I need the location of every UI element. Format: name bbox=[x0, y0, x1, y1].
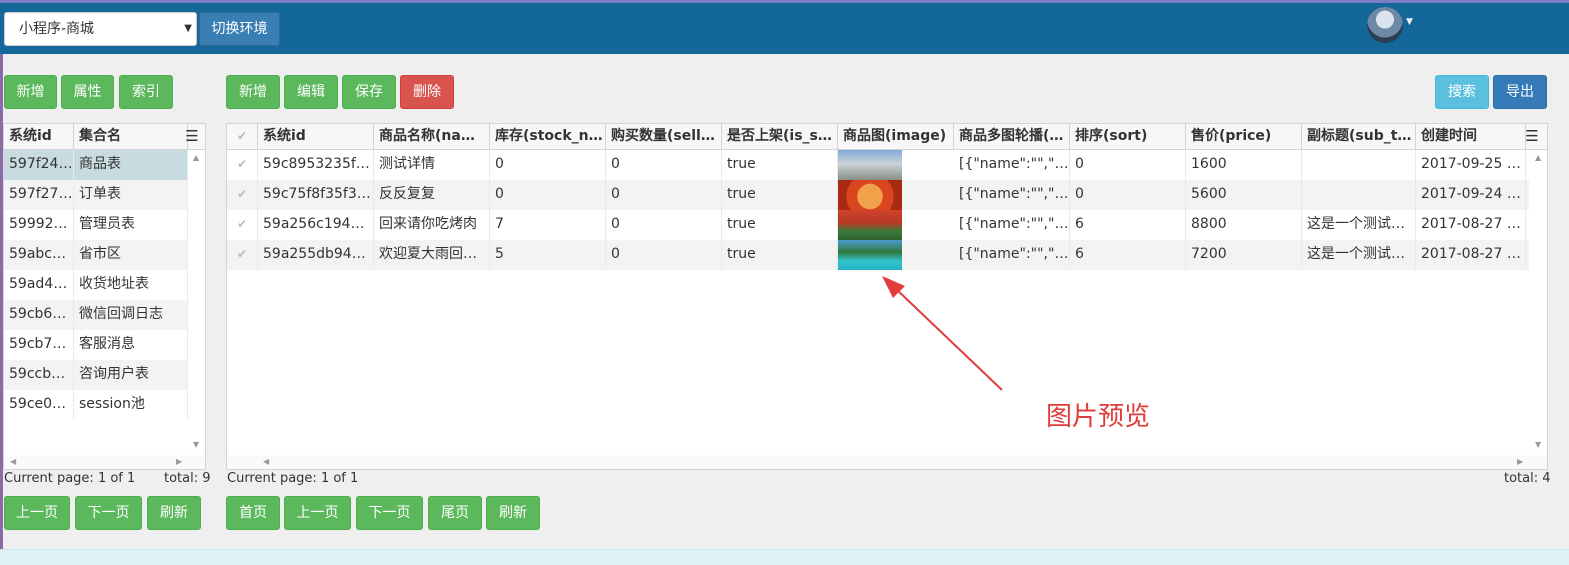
annotation-arrow bbox=[882, 276, 1003, 391]
bottom-panel bbox=[0, 549, 1569, 565]
annotation-label: 图片预览 bbox=[1046, 402, 1151, 432]
